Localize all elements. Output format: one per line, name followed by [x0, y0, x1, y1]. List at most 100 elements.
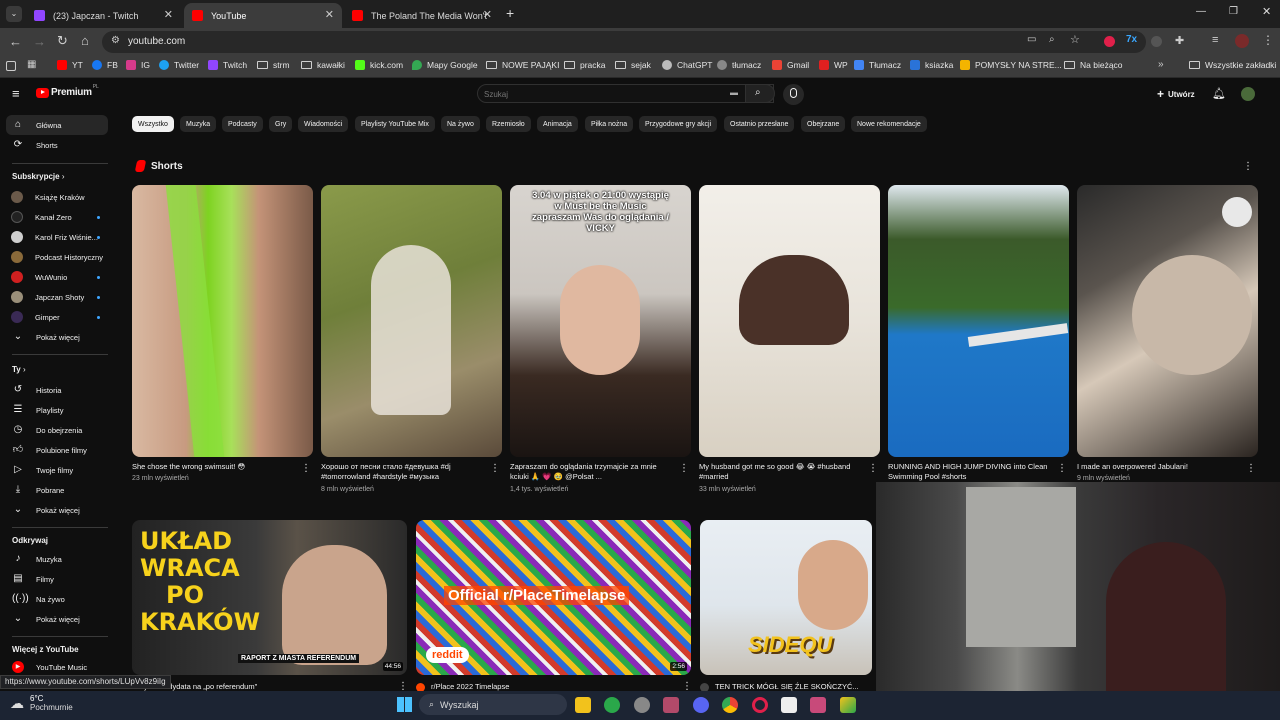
chip-all[interactable]: Wszystko — [132, 116, 174, 132]
sidebar-sub-kanal-zero[interactable]: Kanał Zero — [6, 207, 108, 227]
bookmark-star-icon[interactable]: ☆ — [1070, 33, 1080, 46]
sidebar-show-more-subs[interactable]: ⌄ Pokaż więcej — [6, 327, 108, 347]
app-pink-icon[interactable] — [810, 697, 826, 713]
short-menu-icon[interactable]: ⋮ — [301, 463, 311, 474]
chip-games[interactable]: Gry — [269, 116, 293, 132]
chip-live[interactable]: Na żywo — [441, 116, 480, 132]
bookmark-kawalki[interactable]: kawałki — [301, 60, 345, 70]
tab-list-button[interactable]: ⌄ — [6, 6, 22, 22]
video-thumbnail[interactable]: UKŁAD WRACA PO KRAKÓW RAPORT Z MIASTA RE… — [132, 520, 407, 675]
sidebar-item-liked[interactable]: 👍︎ Polubione filmy — [6, 440, 108, 460]
sidebar-item-history[interactable]: ↺ Historia — [6, 380, 108, 400]
sidebar-show-more-explore[interactable]: ⌄ Pokaż więcej — [6, 609, 108, 629]
chrome-icon[interactable] — [722, 697, 738, 713]
chip-music[interactable]: Muzyka — [180, 116, 217, 132]
short-menu-icon[interactable]: ⋮ — [679, 463, 689, 474]
discord-icon[interactable] — [693, 697, 709, 713]
file-explorer-icon[interactable] — [575, 697, 591, 713]
youtube-logo[interactable]: Premium PL — [36, 84, 99, 98]
short-thumbnail[interactable]: 3.04 w piątek o 21:00 wystąpię w Must be… — [510, 185, 691, 457]
short-title[interactable]: My husband got me so good 😂 😭 #husband #… — [699, 462, 864, 482]
video-thumbnail[interactable]: SIDEQU — [700, 520, 872, 675]
short-menu-icon[interactable]: ⋮ — [868, 463, 878, 474]
profile-avatar[interactable] — [1235, 34, 1249, 48]
sidebar-item-films[interactable]: ▤ Filmy — [6, 569, 108, 589]
chip-crafts[interactable]: Rzemiosło — [486, 116, 531, 132]
sidebar-item-downloads[interactable]: ⤓ Pobrane — [6, 480, 108, 500]
notifications-bell-icon[interactable]: 🔔︎ — [1212, 87, 1226, 100]
bookmark-pomysly[interactable]: POMYSŁY NA STRE... — [960, 60, 1062, 70]
apps-grid-icon[interactable]: ▦ — [27, 59, 36, 70]
chip-podcasts[interactable]: Podcasty — [222, 116, 263, 132]
new-tab-button[interactable]: + — [506, 5, 514, 21]
sidebar-item-home[interactable]: ⌂ Główna — [6, 115, 108, 135]
bookmark-strm[interactable]: strm — [257, 60, 290, 70]
chip-action-adventure[interactable]: Przygodowe gry akcji — [639, 116, 718, 132]
bookmark-maps[interactable]: Mapy Google — [412, 60, 478, 70]
bookmark-tlumacz-2[interactable]: Tłumacz — [854, 60, 901, 70]
short-title[interactable]: I made an overpowered Jabulani! — [1077, 462, 1242, 472]
short-menu-icon[interactable]: ⋮ — [490, 463, 500, 474]
sidebar-sub-karol-friz[interactable]: Karol Friz Wiśnie... — [6, 227, 108, 247]
close-window-button[interactable]: ✕ — [1262, 5, 1271, 18]
sidebar-item-playlists[interactable]: ☰ Playlisty — [6, 400, 108, 420]
weather-widget[interactable]: ☁ 6°C Pochmurnie — [10, 694, 73, 712]
short-thumbnail[interactable] — [321, 185, 502, 457]
reload-icon[interactable]: ↻ — [57, 33, 68, 49]
omnibox[interactable]: ⚙ youtube.com ▭ ⌕ ☆ 7x ✚ — [102, 31, 1184, 53]
short-thumbnail[interactable] — [132, 185, 313, 457]
bookmarks-overflow-icon[interactable]: » — [1158, 59, 1164, 70]
keyboard-icon[interactable]: ▬ — [730, 88, 738, 97]
short-title[interactable]: She chose the wrong swimsuit! 😳 — [132, 462, 297, 472]
sidebar-sub-gimper[interactable]: Gimper — [6, 307, 108, 327]
chip-watched[interactable]: Obejrzane — [801, 116, 846, 132]
short-thumbnail[interactable] — [888, 185, 1069, 457]
extension-circle-icon[interactable] — [1151, 36, 1162, 47]
chip-news[interactable]: Wiadomości — [298, 116, 349, 132]
home-icon[interactable]: ⌂ — [81, 33, 89, 48]
bookmark-twitch[interactable]: Twitch — [208, 60, 247, 70]
opera-icon[interactable] — [752, 697, 768, 713]
bookmark-gmail[interactable]: Gmail — [772, 60, 809, 70]
app-photo-icon[interactable] — [663, 697, 679, 713]
search-input[interactable] — [484, 87, 724, 101]
short-menu-icon[interactable]: ⋮ — [1057, 463, 1067, 474]
all-bookmarks[interactable]: Wszystkie zakładki — [1189, 60, 1276, 70]
sidebar-item-shorts[interactable]: ⟳ Shorts — [6, 135, 108, 155]
bookmark-nowe-pajaki[interactable]: NOWE PAJĄKI — [486, 60, 559, 70]
tab-twitch[interactable]: (23) Japczan - Twitch ✕ — [26, 3, 181, 28]
you-header[interactable]: Ty › — [12, 365, 26, 374]
sidebar-item-music[interactable]: ♪ Muzyka — [6, 549, 108, 569]
voice-search-button[interactable] — [783, 84, 804, 105]
bookmark-fb[interactable]: FB — [92, 60, 118, 70]
app-colorful-icon[interactable] — [840, 697, 856, 713]
bookmark-wp[interactable]: WP — [819, 60, 848, 70]
extensions-icon[interactable]: ✚ — [1175, 34, 1184, 47]
bookmark-kick[interactable]: kick.com — [355, 60, 403, 70]
chip-new-recommendations[interactable]: Nowe rekomendacje — [851, 116, 927, 132]
search-button[interactable]: ⌕ — [745, 84, 775, 103]
shorts-more-icon[interactable]: ⋮ — [1243, 161, 1253, 172]
bookmark-yt[interactable]: YT — [57, 60, 83, 70]
short-thumbnail[interactable] — [699, 185, 880, 457]
sidebar-sub-ksiaze-krakow[interactable]: Książę Kraków — [6, 187, 108, 207]
chip-yt-mix[interactable]: Playlisty YouTube Mix — [355, 116, 435, 132]
subscriptions-header[interactable]: Subskrypcje › — [12, 172, 64, 181]
sidebar-item-live[interactable]: ((·)) Na żywo — [6, 589, 108, 609]
video-thumbnail[interactable]: Official r/PlaceTimelapse reddit 2:56 — [416, 520, 691, 675]
create-button[interactable]: + Utwórz — [1157, 87, 1195, 101]
app-shield-icon[interactable] — [604, 697, 620, 713]
minimize-button[interactable]: — — [1196, 6, 1206, 17]
bookmark-chatgpt[interactable]: ChatGPT — [662, 60, 712, 70]
short-thumbnail[interactable] — [1077, 185, 1258, 457]
bookmark-pracka[interactable]: pracka — [564, 60, 606, 70]
sidebar-toggle-icon[interactable] — [6, 61, 16, 71]
bookmark-twitter[interactable]: Twitter — [159, 60, 199, 70]
chip-football[interactable]: Piłka nożna — [585, 116, 634, 132]
chip-recently-uploaded[interactable]: Ostatnio przesłane — [724, 116, 795, 132]
forward-icon[interactable]: → — [33, 34, 46, 49]
sidebar-item-watch-later[interactable]: ◷ Do obejrzenia — [6, 420, 108, 440]
sidebar-item-youtube-music[interactable]: ▶ YouTube Music — [6, 657, 108, 677]
tab-youtube[interactable]: YouTube ✕ — [184, 3, 342, 28]
video-title[interactable]: ...a już kandydata na „po referendum" — [132, 682, 392, 691]
